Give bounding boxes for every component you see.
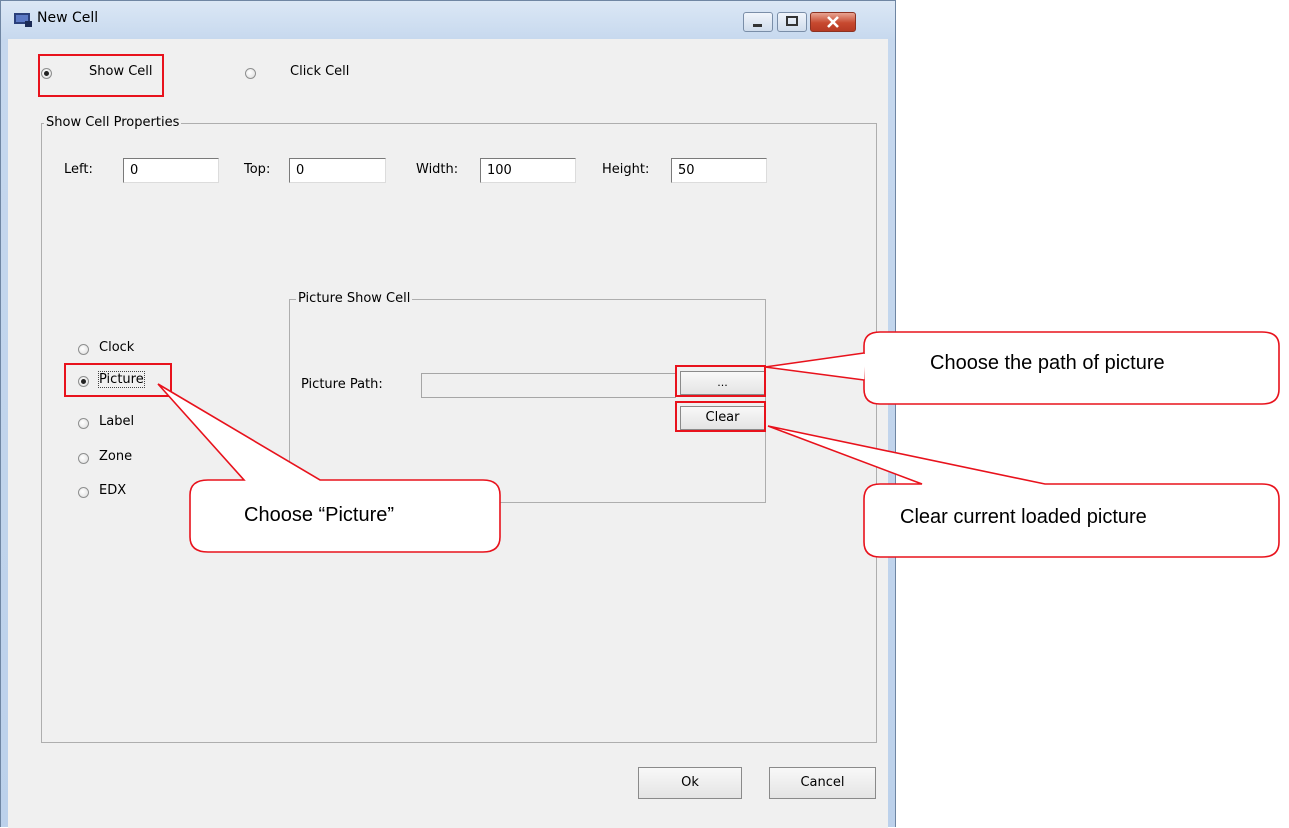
choose-picture-callout-text: Choose “Picture” [244, 504, 395, 526]
annotation-overlay [38, 54, 1280, 558]
show-cell-highlight [38, 54, 164, 97]
choose-path-callout-text: Choose the path of picture [930, 352, 1165, 374]
clear-highlight [675, 401, 766, 432]
browse-highlight [675, 365, 766, 397]
clear-picture-callout [767, 425, 1280, 558]
clear-picture-callout-text: Clear current loaded picture [900, 506, 1147, 528]
picture-highlight [64, 363, 172, 397]
choose-path-pointer [764, 352, 865, 381]
choose-path-pointer-join [863, 353, 868, 380]
